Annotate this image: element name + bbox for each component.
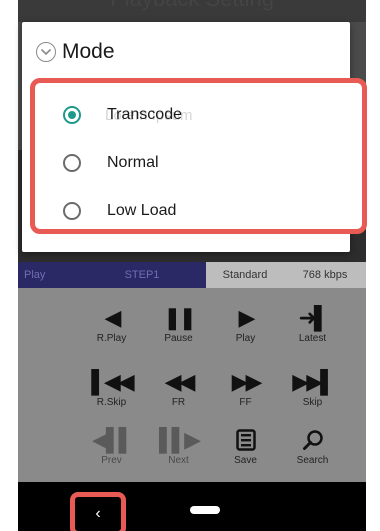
dialog-header[interactable]: Mode	[36, 40, 115, 64]
chevron-down-icon	[36, 42, 56, 62]
save-button[interactable]: Save	[212, 428, 279, 466]
status-mode: Play	[18, 262, 78, 288]
play-label: Play	[235, 333, 256, 344]
next-button[interactable]: ▌▌▶ Next	[145, 427, 212, 466]
background-title: Playback Setting	[18, 0, 366, 12]
frame-right	[366, 0, 380, 531]
fast-rewind-button[interactable]: ◀◀ FR	[145, 369, 212, 408]
search-icon	[302, 428, 324, 452]
radio-low-load[interactable]	[63, 202, 81, 220]
mode-options-list: Lorem Ipsum Transcode Normal Low Load	[30, 78, 367, 234]
skip-label: Skip	[302, 397, 323, 408]
latest-label: Latest	[298, 333, 327, 344]
option-low-load[interactable]: Low Load	[35, 187, 362, 235]
reverse-skip-icon: ▌◀◀	[91, 369, 134, 394]
frame-left	[0, 0, 18, 531]
radio-normal[interactable]	[63, 154, 81, 172]
option-normal[interactable]: Normal	[35, 139, 362, 187]
skip-button[interactable]: ▶▶▌ Skip	[279, 369, 346, 408]
back-button[interactable]: ‹	[70, 492, 126, 531]
playback-status-bar: Play STEP1 Standard 768 kbps	[18, 262, 366, 288]
prev-button[interactable]: ◀▌▌ Prev	[78, 427, 145, 466]
search-label: Search	[296, 455, 329, 466]
option-label: Normal	[107, 154, 159, 171]
reverse-play-label: R.Play	[96, 333, 127, 344]
status-bitrate: 768 kbps	[284, 262, 366, 288]
next-label: Next	[168, 455, 189, 466]
search-button[interactable]: Search	[279, 428, 346, 466]
latest-button[interactable]: ➜▌ Latest	[279, 305, 346, 344]
reverse-skip-button[interactable]: ▌◀◀ R.Skip	[78, 369, 145, 408]
fast-forward-label: FF	[239, 397, 252, 408]
control-row-3: ◀▌▌ Prev ▌▌▶ Next Save Search	[78, 427, 346, 466]
control-panel: ◀ R.Play ❚❚ Pause ▶ Play ➜▌ Latest ▌◀◀ R…	[18, 288, 366, 482]
reverse-play-icon: ◀	[104, 305, 122, 330]
option-label: Transcode	[107, 106, 182, 123]
control-row-2: ▌◀◀ R.Skip ◀◀ FR ▶▶ FF ▶▶▌ Skip	[78, 369, 346, 408]
status-step: STEP1	[78, 262, 206, 288]
fast-forward-icon: ▶▶	[231, 369, 263, 394]
control-row-1: ◀ R.Play ❚❚ Pause ▶ Play ➜▌ Latest	[78, 305, 346, 344]
skip-to-latest-icon: ➜▌	[298, 305, 329, 330]
fast-forward-button[interactable]: ▶▶ FF	[212, 369, 279, 408]
skip-icon: ▶▶▌	[292, 369, 335, 394]
reverse-skip-label: R.Skip	[96, 397, 127, 408]
prev-frame-icon: ◀▌▌	[91, 427, 134, 452]
next-frame-icon: ▌▌▶	[158, 427, 201, 452]
radio-transcode[interactable]	[63, 106, 81, 124]
dialog-title: Mode	[62, 40, 115, 63]
option-label: Low Load	[107, 202, 177, 219]
fast-rewind-icon: ◀◀	[164, 369, 196, 394]
prev-label: Prev	[101, 455, 122, 466]
option-transcode[interactable]: Transcode	[35, 91, 362, 139]
save-icon	[235, 428, 256, 452]
system-nav-bar: ‹	[18, 482, 366, 531]
status-quality: Standard	[206, 262, 284, 288]
reverse-play-button[interactable]: ◀ R.Play	[78, 305, 145, 344]
play-icon: ▶	[238, 305, 256, 330]
save-label: Save	[234, 455, 257, 466]
pause-icon: ❚❚	[163, 305, 197, 330]
pause-button[interactable]: ❚❚ Pause	[145, 305, 212, 344]
chevron-left-icon: ‹	[95, 505, 101, 522]
home-pill[interactable]	[190, 506, 220, 514]
play-button[interactable]: ▶ Play	[212, 305, 279, 344]
fast-rewind-label: FR	[171, 397, 186, 408]
pause-label: Pause	[164, 333, 193, 344]
